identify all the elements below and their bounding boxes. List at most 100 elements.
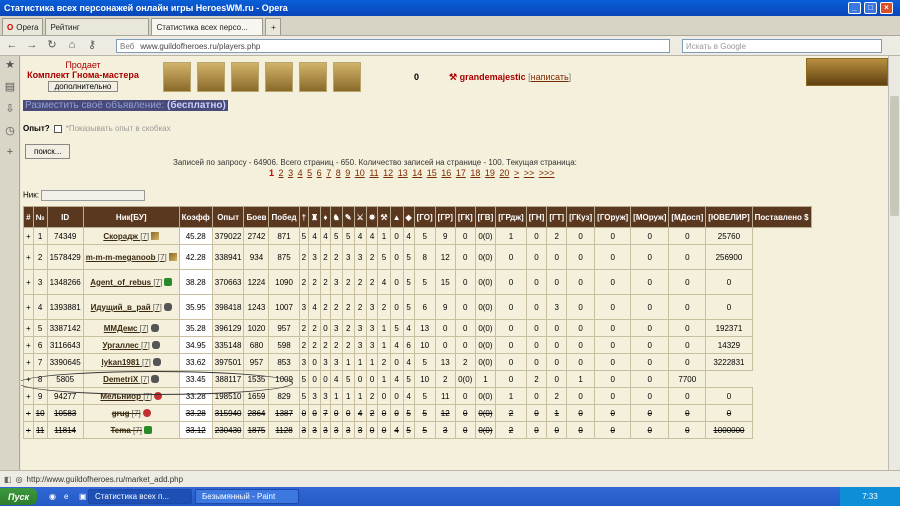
- page-link[interactable]: 10: [355, 168, 365, 178]
- player-nick[interactable]: Ургаллес [7]: [82, 336, 180, 354]
- guild-icon[interactable]: †: [298, 206, 310, 228]
- scrollbar-thumb[interactable]: [890, 96, 899, 216]
- page-link-last[interactable]: >>>: [539, 168, 555, 178]
- table-row[interactable]: +11 11814 Tema [7] 33.12 230430 1875 1128 3 3 3 3 3…: [23, 421, 812, 439]
- col-header[interactable]: ID: [46, 206, 84, 228]
- table-row[interactable]: +10 10583 grug [7] 33.28 315940 2864 1387 0 0 7 0 0…: [23, 404, 812, 422]
- player-nick[interactable]: m-m-m-meganoob [7]: [82, 244, 180, 270]
- tab-statistics[interactable]: Статистика всех персо...: [151, 18, 264, 35]
- page-link[interactable]: 3: [288, 168, 293, 178]
- guild-icon[interactable]: ✸: [365, 206, 379, 228]
- forward-icon[interactable]: →: [24, 38, 40, 54]
- col-header[interactable]: [МДосп]: [668, 206, 707, 228]
- col-header[interactable]: [ГТ]: [546, 206, 568, 228]
- col-header[interactable]: [ЮВЕЛИР]: [705, 206, 753, 228]
- player-nick[interactable]: Tema [7]: [82, 421, 180, 439]
- page-link[interactable]: 5: [307, 168, 312, 178]
- page-link[interactable]: 7: [326, 168, 331, 178]
- col-header[interactable]: [ГОруж]: [594, 206, 632, 228]
- guild-icon[interactable]: ✎: [341, 206, 355, 228]
- address-bar[interactable]: Веб www.guildofheroes.ru/players.php: [116, 39, 670, 53]
- player-nick[interactable]: grug [7]: [82, 404, 180, 422]
- guild-icon[interactable]: ♞: [329, 206, 343, 228]
- col-header[interactable]: [ГО]: [413, 206, 436, 228]
- table-row[interactable]: +6 3116643 Ургаллес [7] 34.95 335148 680 598 2 2…: [23, 336, 812, 354]
- notes-icon[interactable]: ▤: [0, 80, 20, 100]
- col-header[interactable]: [ГКуз]: [566, 206, 596, 228]
- col-header[interactable]: [МОруж]: [630, 206, 670, 228]
- player-nick[interactable]: Скорадж [7]: [82, 227, 180, 245]
- seller-name[interactable]: grandemajestic: [460, 72, 526, 82]
- downloads-icon[interactable]: ⇩: [0, 102, 20, 122]
- page-link[interactable]: 20: [499, 168, 509, 178]
- table-row[interactable]: +2 1578429 m-m-m-meganoob [7] 42.28 338941 93…: [23, 244, 812, 270]
- maximize-button[interactable]: □: [864, 2, 877, 14]
- guild-icon[interactable]: ◆: [402, 206, 415, 228]
- history-icon[interactable]: ◷: [0, 124, 20, 144]
- page-link[interactable]: 19: [485, 168, 495, 178]
- col-header[interactable]: #: [23, 206, 34, 228]
- player-nick[interactable]: Идущий_в_рай [7]: [82, 294, 180, 320]
- col-header[interactable]: №: [32, 206, 48, 228]
- page-link[interactable]: 18: [470, 168, 480, 178]
- guild-icon[interactable]: ▲: [389, 206, 404, 228]
- page-link[interactable]: 11: [369, 168, 378, 178]
- col-header[interactable]: Коэфф: [178, 206, 213, 228]
- back-icon[interactable]: ←: [4, 38, 20, 54]
- reload-icon[interactable]: ↻: [44, 38, 60, 54]
- place-ad-link[interactable]: Разместить своё объявление: (бесплатно): [23, 100, 228, 111]
- page-link[interactable]: 6: [317, 168, 322, 178]
- player-nick[interactable]: Agent_of_rebus [7]: [82, 269, 180, 295]
- col-header[interactable]: Опыт: [211, 206, 245, 228]
- quicklaunch-folder-icon[interactable]: ▣: [73, 489, 87, 504]
- col-header[interactable]: [ГВ]: [474, 206, 497, 228]
- page-link[interactable]: 9: [345, 168, 350, 178]
- page-link[interactable]: 8: [336, 168, 341, 178]
- nick-input[interactable]: [41, 190, 146, 201]
- add-panel-icon[interactable]: +: [0, 146, 20, 166]
- col-header[interactable]: Поставлено $: [751, 206, 812, 228]
- key-icon[interactable]: ⚷: [84, 38, 100, 54]
- table-row[interactable]: +4 1393881 Идущий_в_рай [7] 35.95 398418 1243…: [23, 294, 812, 320]
- guild-icon[interactable]: ♦: [320, 206, 331, 228]
- player-nick[interactable]: lykan1981 [7]: [82, 353, 180, 371]
- col-header[interactable]: [ГР]: [434, 206, 456, 228]
- page-link[interactable]: 17: [456, 168, 466, 178]
- page-link[interactable]: 16: [441, 168, 451, 178]
- quicklaunch-ie-icon[interactable]: e: [58, 489, 70, 504]
- table-row[interactable]: +7 3390645 lykan1981 [7] 33.62 397501 957 853 3…: [23, 353, 812, 371]
- col-header[interactable]: Ник[БУ]: [82, 206, 180, 228]
- col-header[interactable]: [ГК]: [454, 206, 476, 228]
- search-button[interactable]: поиск...: [25, 144, 71, 159]
- table-row[interactable]: +3 1348266 Agent_of_rebus [7] 38.28 370663 12…: [23, 269, 812, 295]
- page-link[interactable]: 15: [427, 168, 437, 178]
- write-link[interactable]: написать: [531, 72, 569, 82]
- player-nick[interactable]: ММДемс [7]: [82, 319, 180, 337]
- guild-icon[interactable]: ⚔: [353, 206, 367, 228]
- table-row[interactable]: +5 3387142 ММДемс [7] 35.28 396129 1020 957 2 2 0…: [23, 319, 812, 337]
- table-row[interactable]: +1 74349 Скорадж [7] 45.28 379022 2742 871 5 4 4 5…: [23, 227, 812, 245]
- task-paint[interactable]: Безымянный - Paint: [195, 489, 300, 504]
- page-link[interactable]: 12: [383, 168, 393, 178]
- tab-opera[interactable]: O Opera: [2, 18, 44, 35]
- close-button[interactable]: ×: [880, 2, 893, 14]
- page-link[interactable]: 13: [398, 168, 408, 178]
- col-header[interactable]: [ГРдж]: [495, 206, 527, 228]
- quicklaunch-opera-icon[interactable]: ◉: [43, 489, 56, 504]
- guild-icon[interactable]: ⚒: [377, 206, 391, 228]
- tab-rating[interactable]: Рейтинг: [45, 18, 150, 35]
- task-opera[interactable]: Статистика всех п...: [88, 489, 193, 504]
- bookmarks-icon[interactable]: ★: [0, 58, 20, 78]
- guild-icon[interactable]: ♜: [308, 206, 322, 228]
- ad-item-name[interactable]: Комплект Гнома-мастера: [23, 70, 143, 80]
- page-link[interactable]: 14: [412, 168, 422, 178]
- vertical-scrollbar[interactable]: [888, 56, 900, 470]
- ad-more-button[interactable]: дополнительно: [47, 81, 119, 92]
- page-link-next[interactable]: >: [514, 168, 519, 178]
- home-icon[interactable]: ⌂: [64, 38, 80, 54]
- col-header[interactable]: [ГН]: [525, 206, 548, 228]
- panel-toggle-icon[interactable]: ◧: [4, 475, 12, 484]
- page-link-next10[interactable]: >>: [524, 168, 535, 178]
- new-tab-button[interactable]: +: [265, 18, 282, 35]
- page-link[interactable]: 2: [279, 168, 284, 178]
